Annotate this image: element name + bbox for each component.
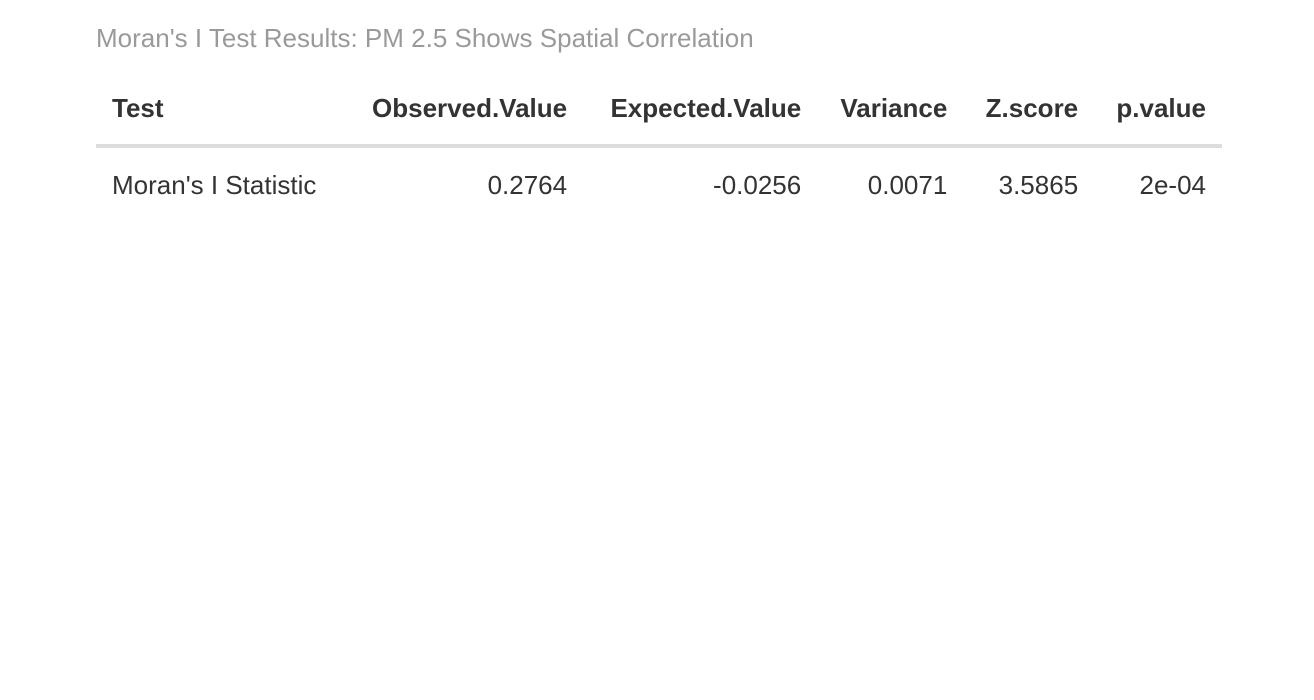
table-body: Moran's I Statistic 0.2764 -0.0256 0.007… xyxy=(96,146,1222,221)
table-caption: Moran's I Test Results: PM 2.5 Shows Spa… xyxy=(96,23,754,53)
table-row: Moran's I Statistic 0.2764 -0.0256 0.007… xyxy=(96,146,1222,221)
cell-expected-value: -0.0256 xyxy=(713,170,802,200)
table-header: Test Observed.Value Expected.Value Varia… xyxy=(96,92,1222,148)
header-observed-value: Observed.Value xyxy=(344,92,584,148)
header-p-value: p.value xyxy=(1094,92,1222,148)
cell-z-score: 3.5865 xyxy=(998,170,1079,200)
cell-variance: 0.0071 xyxy=(867,170,948,200)
cell-p-value: 2e-04 xyxy=(1139,170,1207,200)
results-container: Moran's I Test Results: PM 2.5 Shows Spa… xyxy=(96,0,1222,221)
header-expected-value: Expected.Value xyxy=(583,92,818,148)
header-row: Test Observed.Value Expected.Value Varia… xyxy=(96,92,1222,148)
header-z-score: Z.score xyxy=(963,92,1095,148)
header-test: Test xyxy=(96,92,345,148)
morans-i-results-table: Test Observed.Value Expected.Value Varia… xyxy=(96,92,1222,221)
cell-observed-value: 0.2764 xyxy=(487,170,568,200)
header-variance: Variance xyxy=(817,92,964,148)
cell-test: Moran's I Statistic xyxy=(112,170,317,200)
